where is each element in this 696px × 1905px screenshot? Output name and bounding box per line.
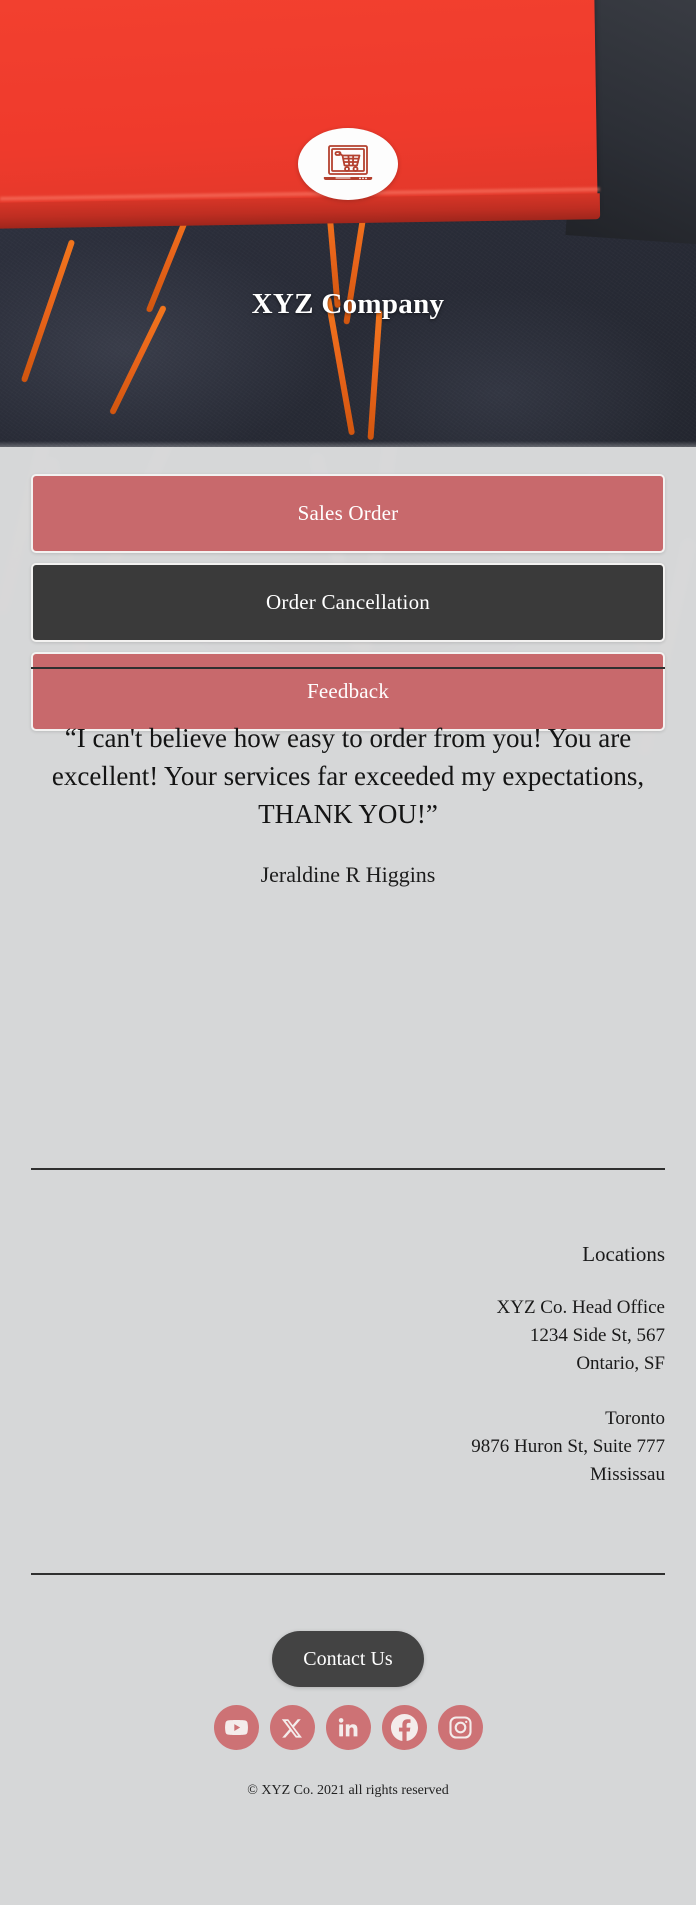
x-twitter-icon xyxy=(281,1717,303,1739)
hero-banner: XYZ Company xyxy=(0,0,696,447)
primary-actions: Sales Order Order Cancellation Feedback xyxy=(31,474,665,741)
location-city: Mississau xyxy=(590,1464,665,1485)
page-root: XYZ Company Sales Order Order Cancellati… xyxy=(0,0,696,1905)
instagram-icon xyxy=(448,1715,473,1740)
main-content: Sales Order Order Cancellation Feedback … xyxy=(0,447,696,1905)
order-cancellation-button[interactable]: Order Cancellation xyxy=(31,563,665,642)
sales-order-button[interactable]: Sales Order xyxy=(31,474,665,553)
location-name: XYZ Co. Head Office xyxy=(496,1297,666,1318)
divider-middle xyxy=(31,1168,665,1170)
locations-section: Locations XYZ Co. Head Office 1234 Side … xyxy=(31,1242,665,1516)
copyright-text: © XYZ Co. 2021 all rights reserved xyxy=(247,1783,449,1798)
testimonial-author: Jeraldine R Higgins xyxy=(260,862,436,887)
location-city: Ontario, SF xyxy=(576,1353,665,1374)
laptop-shopping-cart-icon xyxy=(322,143,374,185)
location-entry: XYZ Co. Head Office 1234 Side St, 567 On… xyxy=(31,1294,666,1378)
location-name: Toronto xyxy=(605,1408,665,1429)
location-street: 9876 Huron St, Suite 777 xyxy=(471,1436,665,1457)
locations-heading: Locations xyxy=(582,1242,665,1266)
social-link-youtube[interactable] xyxy=(213,1705,259,1750)
social-links xyxy=(0,1705,696,1750)
location-entry: Toronto 9876 Huron St, Suite 777 Mississ… xyxy=(31,1405,665,1489)
location-street: 1234 Side St, 567 xyxy=(529,1325,665,1346)
social-link-instagram[interactable] xyxy=(437,1705,483,1750)
linkedin-icon xyxy=(337,1716,360,1739)
page-title: XYZ Company xyxy=(251,288,445,320)
social-link-linkedin[interactable] xyxy=(325,1705,371,1750)
testimonial-quote: “I can't believe how easy to order from … xyxy=(51,723,645,829)
divider-bottom xyxy=(31,1573,665,1575)
facebook-icon xyxy=(390,1714,418,1741)
social-link-x[interactable] xyxy=(269,1705,315,1750)
youtube-icon xyxy=(224,1715,249,1740)
company-logo xyxy=(298,128,398,200)
testimonial-section: “I can't believe how easy to order from … xyxy=(31,719,665,888)
social-link-facebook[interactable] xyxy=(381,1705,427,1750)
hero-photo xyxy=(0,0,696,447)
hero-red-bag xyxy=(0,0,598,221)
contact-us-button[interactable]: Contact Us xyxy=(272,1631,424,1687)
divider-top xyxy=(31,667,665,669)
